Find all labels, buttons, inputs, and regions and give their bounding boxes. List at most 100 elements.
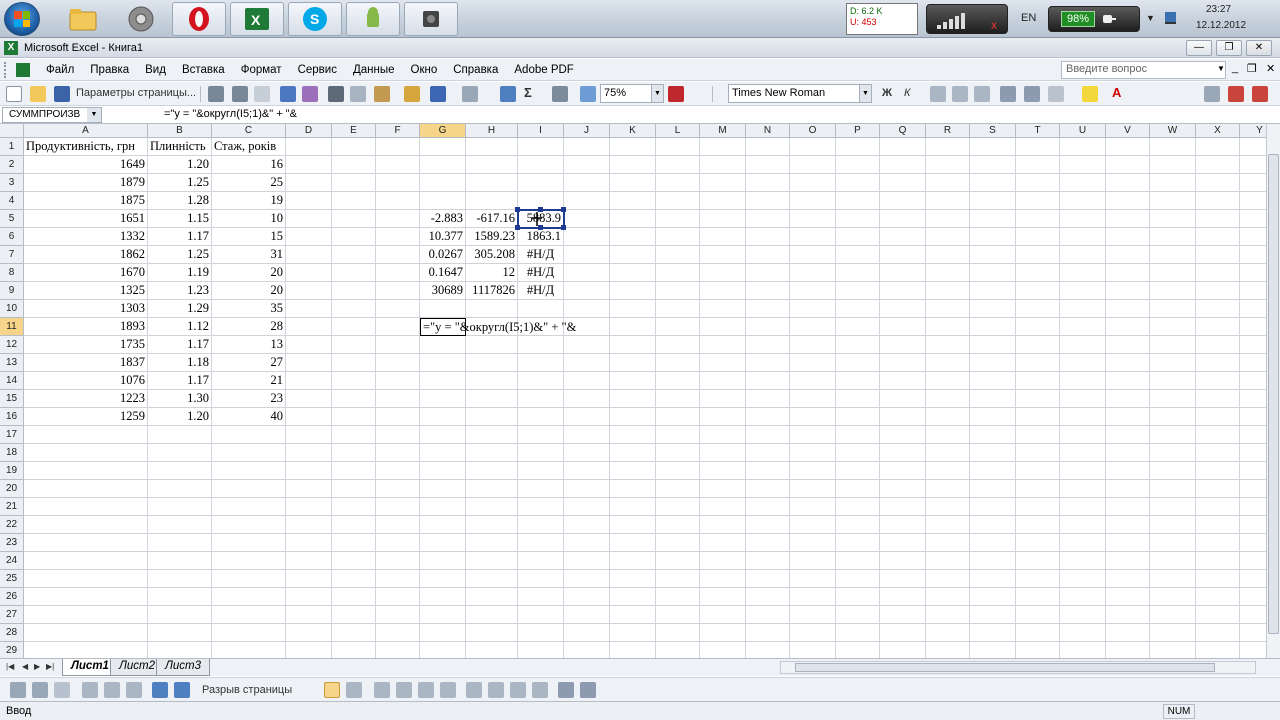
column-header[interactable]: Y <box>1240 124 1266 138</box>
align-center-icon[interactable] <box>952 86 968 102</box>
cell[interactable] <box>420 624 466 642</box>
cell[interactable] <box>1150 336 1196 354</box>
cell[interactable]: 1.12 <box>148 318 212 336</box>
selection-handle[interactable] <box>515 207 520 212</box>
menu-help[interactable]: Справка <box>445 64 506 76</box>
cell[interactable] <box>286 534 332 552</box>
cell[interactable] <box>518 354 564 372</box>
cell[interactable] <box>1060 246 1106 264</box>
cell[interactable] <box>24 606 148 624</box>
cell[interactable] <box>332 534 376 552</box>
cell[interactable] <box>564 264 610 282</box>
cell[interactable] <box>332 516 376 534</box>
cell[interactable] <box>1016 534 1060 552</box>
cell[interactable] <box>1150 210 1196 228</box>
cell[interactable] <box>746 138 790 156</box>
cell[interactable] <box>790 426 836 444</box>
cell[interactable] <box>1196 264 1240 282</box>
cell[interactable] <box>746 624 790 642</box>
cell[interactable] <box>970 408 1016 426</box>
cell[interactable] <box>212 516 286 534</box>
cell[interactable] <box>564 300 610 318</box>
cell[interactable] <box>1240 552 1266 570</box>
cell[interactable] <box>1016 246 1060 264</box>
cell[interactable] <box>564 498 610 516</box>
cell[interactable] <box>376 570 420 588</box>
cell[interactable] <box>746 210 790 228</box>
cell[interactable]: 1837 <box>24 354 148 372</box>
row-header[interactable]: 13 <box>0 354 24 372</box>
bold-icon[interactable]: Ж <box>882 87 892 99</box>
cell[interactable] <box>286 480 332 498</box>
cell[interactable] <box>610 192 656 210</box>
cell[interactable] <box>564 480 610 498</box>
cell[interactable] <box>376 444 420 462</box>
row-header[interactable]: 14 <box>0 372 24 390</box>
cell[interactable] <box>790 552 836 570</box>
cell[interactable] <box>148 642 212 658</box>
cell[interactable] <box>466 606 518 624</box>
cell[interactable] <box>926 300 970 318</box>
selection-handle[interactable] <box>561 225 566 230</box>
cell[interactable] <box>1016 408 1060 426</box>
cell[interactable] <box>376 300 420 318</box>
cell[interactable] <box>564 174 610 192</box>
cell[interactable] <box>148 480 212 498</box>
cell[interactable] <box>1240 516 1266 534</box>
cell[interactable] <box>332 264 376 282</box>
formula-input[interactable]: ="y = "&округл(I5;1)&" + "& <box>164 108 297 120</box>
cell[interactable] <box>1106 318 1150 336</box>
cell[interactable] <box>1106 552 1150 570</box>
cell[interactable] <box>1240 588 1266 606</box>
cell[interactable] <box>518 408 564 426</box>
cell[interactable] <box>610 246 656 264</box>
cell[interactable]: 1.17 <box>148 228 212 246</box>
cell[interactable]: 1.20 <box>148 156 212 174</box>
column-header[interactable]: E <box>332 124 376 138</box>
cell[interactable] <box>286 246 332 264</box>
cell[interactable] <box>700 138 746 156</box>
sheet-tab-3[interactable]: Лист3 <box>156 659 211 676</box>
cell[interactable] <box>1016 318 1060 336</box>
selection-handle[interactable] <box>561 207 566 212</box>
sort-ascending-icon[interactable] <box>552 86 568 102</box>
cell[interactable] <box>1240 228 1266 246</box>
cell[interactable] <box>880 606 926 624</box>
cell[interactable] <box>466 426 518 444</box>
cell[interactable]: 1589.23 <box>466 228 518 246</box>
hyperlink-icon[interactable] <box>500 86 516 102</box>
cell[interactable] <box>790 372 836 390</box>
cell[interactable] <box>1016 282 1060 300</box>
cell[interactable]: 1332 <box>24 228 148 246</box>
cell[interactable] <box>700 624 746 642</box>
camera-taskbar-button[interactable] <box>404 2 458 36</box>
cell[interactable] <box>790 498 836 516</box>
cell[interactable] <box>466 624 518 642</box>
cell[interactable] <box>376 210 420 228</box>
cell[interactable] <box>610 588 656 606</box>
cell[interactable] <box>970 606 1016 624</box>
cell[interactable]: Стаж, років <box>212 138 286 156</box>
cell[interactable] <box>1106 642 1150 658</box>
cell[interactable] <box>610 570 656 588</box>
cell[interactable] <box>466 336 518 354</box>
cell[interactable] <box>518 426 564 444</box>
cell[interactable] <box>970 426 1016 444</box>
cell[interactable] <box>700 534 746 552</box>
cell[interactable] <box>746 408 790 426</box>
cell[interactable] <box>1240 606 1266 624</box>
cell[interactable] <box>700 552 746 570</box>
cell[interactable] <box>790 642 836 658</box>
cell[interactable]: 1.29 <box>148 300 212 318</box>
cell[interactable] <box>332 642 376 658</box>
cell[interactable] <box>836 282 880 300</box>
cell[interactable] <box>1106 228 1150 246</box>
column-header[interactable]: N <box>746 124 790 138</box>
cell[interactable] <box>466 552 518 570</box>
cell[interactable] <box>610 318 656 336</box>
cell[interactable] <box>376 498 420 516</box>
cell[interactable]: 1651 <box>24 210 148 228</box>
cell[interactable] <box>1240 624 1266 642</box>
cell[interactable] <box>332 210 376 228</box>
cell[interactable] <box>970 534 1016 552</box>
